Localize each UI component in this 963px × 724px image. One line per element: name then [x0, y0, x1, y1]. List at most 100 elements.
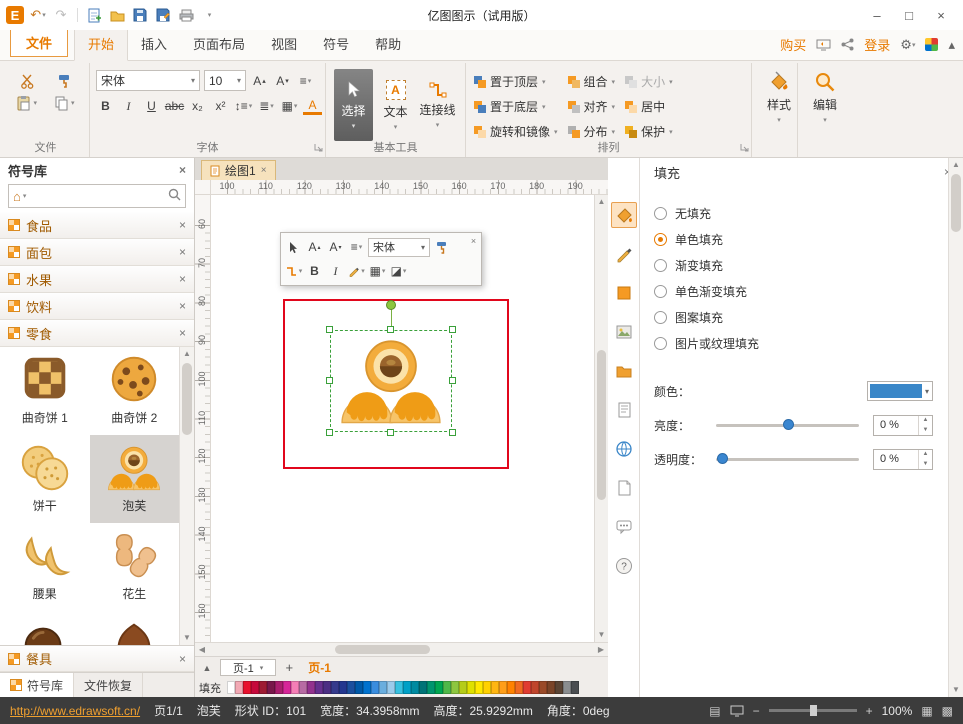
resize-handle-s[interactable] [387, 429, 394, 436]
open-file-icon[interactable] [108, 5, 126, 25]
line-style-icon[interactable] [611, 241, 637, 267]
palette-swatch[interactable] [355, 681, 363, 694]
palette-swatch[interactable] [291, 681, 299, 694]
format-painter-icon[interactable] [56, 73, 72, 89]
scroll-down-icon[interactable]: ▼ [949, 683, 963, 697]
scroll-up-icon[interactable]: ▲ [595, 195, 608, 209]
underline-button[interactable]: U [142, 96, 161, 116]
addons-icon[interactable] [925, 38, 938, 51]
brightness-spinner[interactable]: 0 % ▲▼ [873, 415, 933, 436]
device-sync-icon[interactable] [816, 39, 831, 51]
palette-swatch[interactable] [323, 681, 331, 694]
help-icon[interactable]: ? [611, 553, 637, 579]
table-icon[interactable]: ▦▾ [280, 96, 299, 116]
style-button[interactable]: 样式▾ [758, 67, 800, 124]
symbol-item-cookie2[interactable]: 曲奇饼 2 [90, 347, 180, 435]
line-spacing-icon[interactable]: ↕≡▾ [234, 96, 253, 116]
bold-button[interactable]: B [96, 96, 115, 116]
palette-swatch[interactable] [411, 681, 419, 694]
resize-handle-sw[interactable] [326, 429, 333, 436]
resize-handle-nw[interactable] [326, 326, 333, 333]
symbol-item-chestnut[interactable] [90, 611, 180, 645]
strikethrough-button[interactable]: abc [165, 96, 184, 116]
fill-option-pattern[interactable]: 图案填充 [654, 304, 933, 330]
mini-italic-button[interactable]: I [326, 261, 345, 281]
drawing-viewport[interactable]: × A▴ A▾ ≡▾ 宋体▾ ▾ B I [211, 195, 594, 642]
mini-format-painter-icon[interactable] [432, 237, 451, 257]
copy-icon[interactable]: ▾ [54, 95, 75, 111]
scroll-up-icon[interactable]: ▲ [180, 347, 194, 361]
font-family-select[interactable]: 宋体▾ [96, 70, 200, 91]
brightness-slider[interactable] [716, 415, 859, 435]
palette-swatch[interactable] [443, 681, 451, 694]
category-close-icon[interactable]: × [179, 299, 186, 313]
palette-swatch[interactable] [395, 681, 403, 694]
palette-swatch[interactable] [363, 681, 371, 694]
mini-bold-button[interactable]: B [305, 261, 324, 281]
symbol-item-cookie1[interactable]: 曲奇饼 1 [0, 347, 90, 435]
tab-file[interactable]: 文件 [10, 28, 68, 57]
symbol-library-close-icon[interactable]: × [179, 163, 186, 177]
category-drinks[interactable]: 饮料× [0, 293, 194, 320]
decrease-font-icon[interactable]: A▾ [273, 71, 292, 91]
category-close-icon[interactable]: × [179, 218, 186, 232]
palette-swatch[interactable] [563, 681, 571, 694]
save-icon[interactable] [131, 5, 149, 25]
scroll-down-icon[interactable]: ▼ [595, 628, 608, 642]
add-page-button[interactable]: + [281, 660, 297, 675]
category-food[interactable]: 食品× [0, 212, 194, 239]
tab-help[interactable]: 帮助 [362, 28, 414, 60]
tab-home[interactable]: 开始 [74, 27, 128, 61]
italic-button[interactable]: I [119, 96, 138, 116]
subscript-button[interactable]: x₂ [188, 96, 207, 116]
palette-swatch[interactable] [451, 681, 459, 694]
note-icon[interactable] [611, 397, 637, 423]
size-button[interactable]: 大小▾ [623, 69, 675, 94]
scrollbar-thumb[interactable] [951, 174, 961, 232]
undo-button[interactable]: ↶▾ [29, 5, 47, 25]
palette-swatch[interactable] [299, 681, 307, 694]
symbol-item-choco[interactable] [0, 611, 90, 645]
palette-swatch[interactable] [331, 681, 339, 694]
comment-icon[interactable] [611, 514, 637, 540]
palette-swatch[interactable] [571, 681, 579, 694]
slider-thumb[interactable] [717, 453, 728, 464]
collapse-ribbon-icon[interactable]: ▴ [948, 37, 955, 53]
edit-button[interactable]: 编辑▾ [804, 67, 846, 124]
bullet-list-icon[interactable]: ≣▾ [257, 96, 276, 116]
mini-toolbar-close-icon[interactable]: × [467, 234, 480, 247]
category-close-icon[interactable]: × [179, 245, 186, 259]
rotation-handle[interactable] [386, 300, 396, 310]
group-button[interactable]: 组合▾ [566, 69, 618, 94]
center-button[interactable]: 居中 [623, 94, 675, 119]
paste-icon[interactable]: ▾ [16, 95, 37, 111]
collapse-pages-icon[interactable]: ▲ [199, 663, 215, 673]
scroll-left-icon[interactable]: ◀ [195, 643, 209, 656]
zoom-out-icon[interactable]: − [753, 704, 760, 718]
minimize-button[interactable]: – [861, 4, 893, 26]
fill-option-texture[interactable]: 图片或纹理填充 [654, 330, 933, 356]
increase-font-icon[interactable]: A▴ [250, 71, 269, 91]
palette-swatch[interactable] [467, 681, 475, 694]
home-icon[interactable]: ⌂▾ [13, 189, 26, 204]
mini-connector-icon[interactable]: ▾ [284, 261, 303, 281]
qat-customize-button[interactable]: ▾ [200, 5, 218, 25]
fill-option-none[interactable]: 无填充 [654, 200, 933, 226]
align-button[interactable]: 对齐▾ [566, 94, 618, 119]
fill-option-gradient[interactable]: 渐变填充 [654, 252, 933, 278]
normal-view-icon[interactable]: ▤ [709, 704, 720, 718]
shape-format-icon[interactable] [611, 280, 637, 306]
category-close-icon[interactable]: × [179, 326, 186, 340]
symbol-item-peanut[interactable]: 花生 [90, 523, 180, 611]
mini-decrease-font-icon[interactable]: A▾ [326, 237, 345, 257]
palette-swatch[interactable] [347, 681, 355, 694]
palette-swatch[interactable] [387, 681, 395, 694]
scrollbar-thumb[interactable] [182, 363, 192, 435]
cut-icon[interactable] [19, 73, 35, 89]
connector-tool-button[interactable]: 连接线▾ [418, 69, 457, 141]
palette-swatch[interactable] [267, 681, 275, 694]
symbol-search-input[interactable] [30, 189, 164, 203]
save-as-icon[interactable] [154, 5, 172, 25]
grid-toggle-icon[interactable]: ▩ [942, 704, 953, 718]
bring-to-front-button[interactable]: 置于顶层▾ [472, 69, 560, 94]
